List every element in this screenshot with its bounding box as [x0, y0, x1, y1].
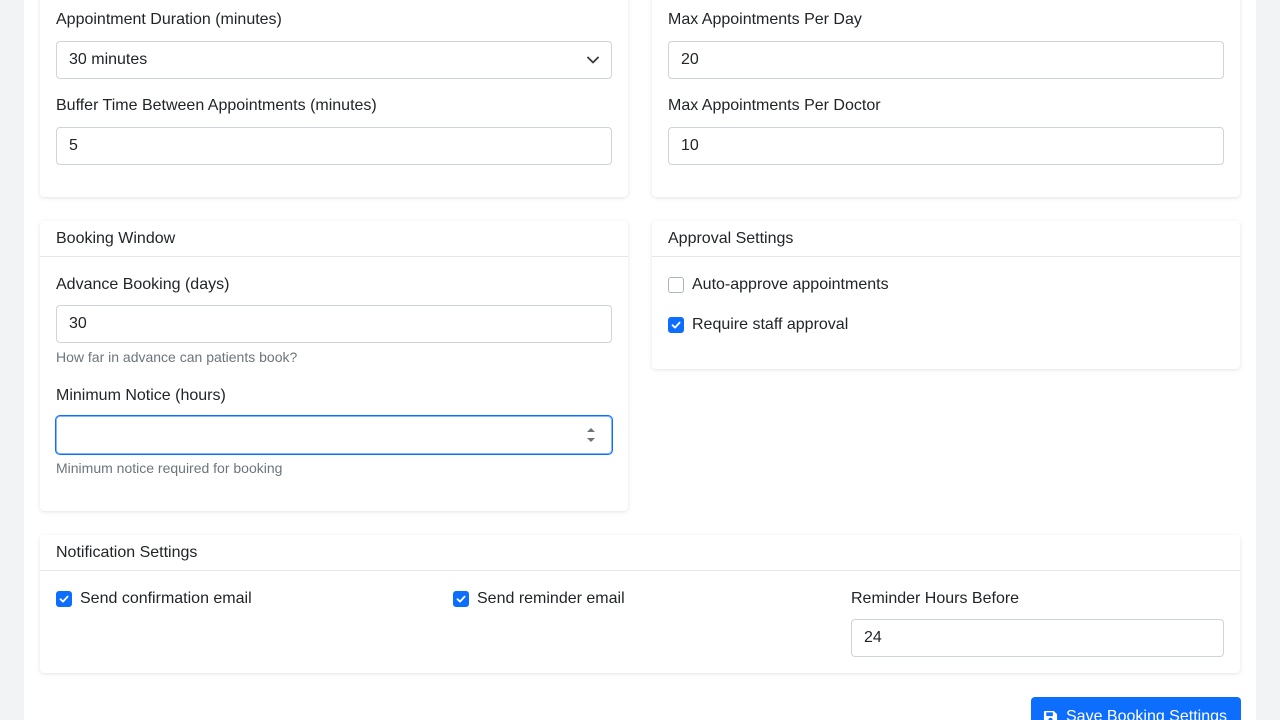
reminder-email-checkbox[interactable] [453, 591, 469, 607]
confirmation-email-label[interactable]: Send confirmation email [80, 590, 252, 608]
capacity-settings-card: Max Appointments Per Day 20 Max Appointm… [652, 0, 1240, 197]
advance-booking-label: Advance Booking (days) [56, 276, 230, 293]
buffer-input[interactable]: 5 [56, 127, 612, 165]
save-booking-settings-button[interactable]: Save Booking Settings [1031, 697, 1241, 720]
max-per-day-input[interactable]: 20 [668, 41, 1224, 79]
staff-approval-label[interactable]: Require staff approval [692, 316, 848, 334]
confirmation-email-checkbox[interactable] [56, 591, 72, 607]
floppy-disk-icon [1043, 710, 1058, 720]
duration-label: Appointment Duration (minutes) [56, 11, 282, 28]
reminder-email-label[interactable]: Send reminder email [477, 590, 625, 608]
checkmark-icon [59, 595, 69, 603]
minimum-notice-label: Minimum Notice (hours) [56, 387, 226, 404]
max-per-doctor-label: Max Appointments Per Doctor [668, 97, 881, 114]
duration-select[interactable]: 30 minutes [56, 41, 612, 79]
reminder-hours-input[interactable]: 24 [851, 619, 1224, 657]
advance-booking-help: How far in advance can patients book? [56, 349, 298, 365]
max-per-day-label: Max Appointments Per Day [668, 11, 862, 28]
notification-settings-card: Notification Settings Send confirmation … [40, 535, 1240, 673]
appointment-settings-card: Appointment Duration (minutes) 30 minute… [40, 0, 628, 197]
auto-approve-checkbox[interactable] [668, 277, 684, 293]
buffer-label: Buffer Time Between Appointments (minute… [56, 97, 377, 114]
minimum-notice-input[interactable] [56, 416, 612, 454]
advance-booking-input[interactable]: 30 [56, 305, 612, 343]
booking-window-title: Booking Window [40, 221, 628, 257]
chevron-down-icon [587, 56, 599, 64]
booking-window-card: Booking Window Advance Booking (days) 30… [40, 221, 628, 511]
checkmark-icon [456, 595, 466, 603]
approval-settings-title: Approval Settings [652, 221, 1240, 257]
reminder-hours-label: Reminder Hours Before [851, 590, 1020, 607]
settings-page: Appointment Duration (minutes) 30 minute… [24, 0, 1256, 720]
max-per-doctor-input[interactable]: 10 [668, 127, 1224, 165]
auto-approve-label[interactable]: Auto-approve appointments [692, 276, 889, 294]
notification-settings-title: Notification Settings [40, 535, 1240, 571]
minimum-notice-help: Minimum notice required for booking [56, 460, 283, 476]
staff-approval-checkbox[interactable] [668, 317, 684, 333]
duration-select-value: 30 minutes [69, 51, 148, 68]
number-spinner-icon[interactable] [585, 425, 597, 445]
save-button-label: Save Booking Settings [1066, 708, 1227, 720]
checkmark-icon [671, 321, 681, 329]
approval-settings-card: Approval Settings Auto-approve appointme… [652, 221, 1240, 369]
